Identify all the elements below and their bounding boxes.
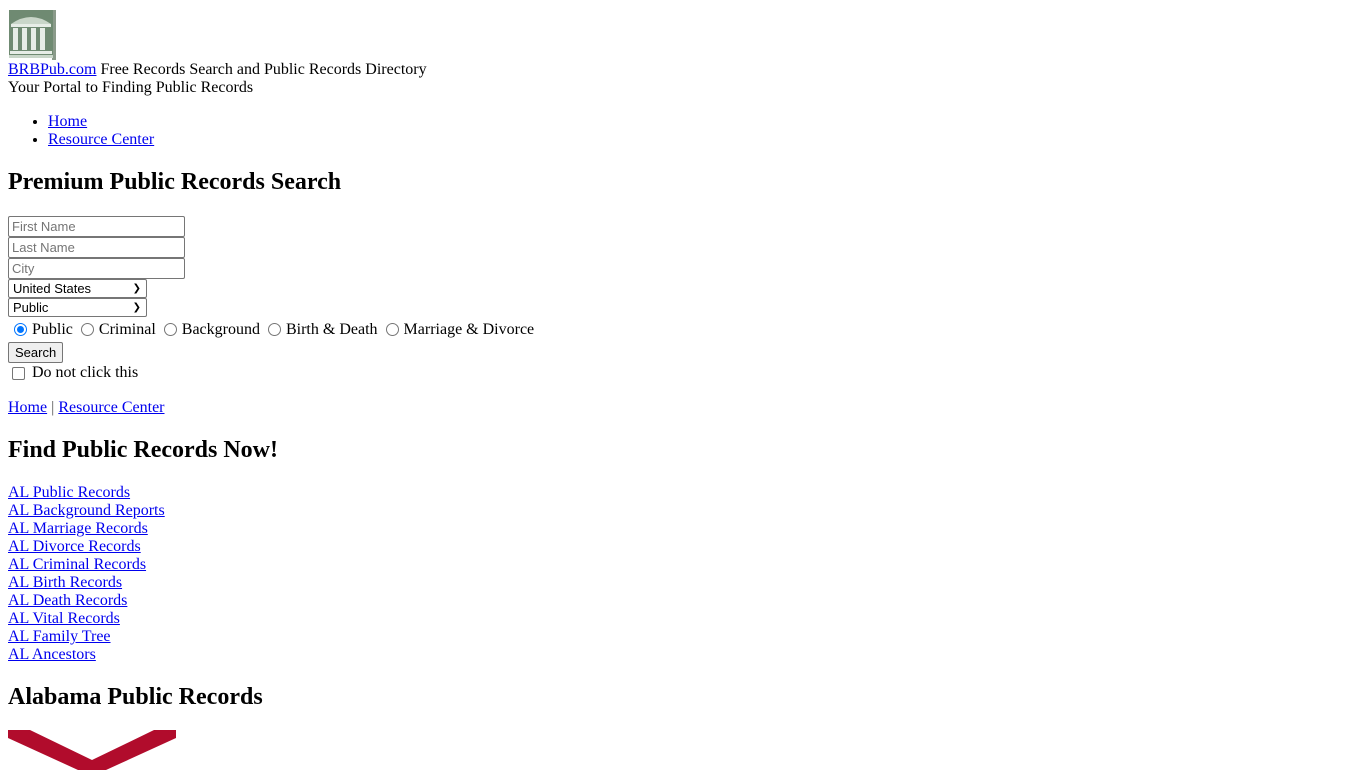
record-type-select[interactable]: Public ❯: [8, 298, 147, 317]
link-al-background-reports[interactable]: AL Background Reports: [8, 502, 1358, 520]
breadcrumb-resource-link[interactable]: Resource Center: [58, 399, 164, 416]
link-al-ancestors[interactable]: AL Ancestors: [8, 646, 1358, 664]
search-button[interactable]: Search: [8, 342, 64, 363]
last-name-input[interactable]: [8, 237, 185, 258]
link-al-divorce-records[interactable]: AL Divorce Records: [8, 538, 1358, 556]
record-type-select-value: Public: [13, 300, 49, 315]
link-al-family-tree[interactable]: AL Family Tree: [8, 628, 1358, 646]
radio-button[interactable]: [80, 322, 94, 336]
checkbox-label: Do not click this: [32, 364, 139, 381]
country-select[interactable]: United States ❯: [8, 279, 147, 298]
radio-label: Criminal: [98, 321, 156, 338]
nav-item-resource-center: Resource Center: [48, 131, 1358, 149]
radio-option-public[interactable]: Public: [8, 321, 73, 339]
radio-label: Public: [32, 321, 73, 338]
main-nav: Home Resource Center: [8, 113, 1358, 149]
link-al-criminal-records[interactable]: AL Criminal Records: [8, 556, 1358, 574]
radio-button[interactable]: [385, 322, 399, 336]
radio-label: Background: [181, 321, 260, 338]
do-not-click-checkbox[interactable]: [12, 366, 25, 380]
link-al-vital-records[interactable]: AL Vital Records: [8, 610, 1358, 628]
radio-option-criminal[interactable]: Criminal: [75, 321, 156, 339]
site-subtitle: Your Portal to Finding Public Records: [8, 79, 254, 96]
nav-link-resource-center[interactable]: Resource Center: [48, 131, 154, 148]
courthouse-building-icon: [8, 8, 56, 61]
radio-option-background[interactable]: Background: [158, 321, 260, 339]
do-not-click-checkbox-row[interactable]: Do not click this: [8, 363, 1358, 383]
radio-label: Marriage & Divorce: [403, 321, 535, 338]
search-title: Premium Public Records Search: [8, 169, 342, 195]
first-name-input[interactable]: [8, 216, 185, 237]
country-select-value: United States: [13, 281, 92, 296]
state-records-title: Alabama Public Records: [8, 684, 263, 710]
radio-option-birth-death[interactable]: Birth & Death: [262, 321, 378, 339]
radio-button[interactable]: [14, 322, 27, 336]
breadcrumb-home-link[interactable]: Home: [8, 399, 47, 416]
radio-button[interactable]: [163, 322, 177, 336]
radio-button[interactable]: [267, 322, 281, 336]
nav-item-home: Home: [48, 113, 1358, 131]
breadcrumb: Home | Resource Center: [8, 399, 1358, 417]
city-input[interactable]: [8, 258, 185, 279]
breadcrumb-separator: |: [51, 399, 55, 416]
records-search-form: United States ❯ Public ❯ Public Criminal…: [8, 216, 1358, 383]
site-tagline: BRBPub.com Free Records Search and Publi…: [8, 61, 1358, 79]
link-al-marriage-records[interactable]: AL Marriage Records: [8, 520, 1358, 538]
chevron-down-icon: ❯: [132, 283, 141, 294]
link-al-death-records[interactable]: AL Death Records: [8, 592, 1358, 610]
chevron-down-icon: ❯: [132, 302, 141, 313]
site-home-link[interactable]: BRBPub.com: [8, 61, 96, 78]
nav-link-home[interactable]: Home: [48, 113, 87, 130]
radio-option-marriage-divorce[interactable]: Marriage & Divorce: [380, 321, 535, 339]
search-type-radio-group: Public Criminal Background Birth & Death…: [8, 319, 1358, 341]
state-record-links: AL Public Records AL Background Reports …: [8, 484, 1358, 664]
link-al-public-records[interactable]: AL Public Records: [8, 484, 1358, 502]
link-al-birth-records[interactable]: AL Birth Records: [8, 574, 1358, 592]
site-description: Free Records Search and Public Records D…: [96, 61, 427, 78]
page-content: BRBPub.com Free Records Search and Publi…: [8, 8, 1358, 770]
radio-label: Birth & Death: [285, 321, 378, 338]
find-records-title: Find Public Records Now!: [8, 437, 278, 463]
alabama-flag-icon: [8, 730, 176, 770]
